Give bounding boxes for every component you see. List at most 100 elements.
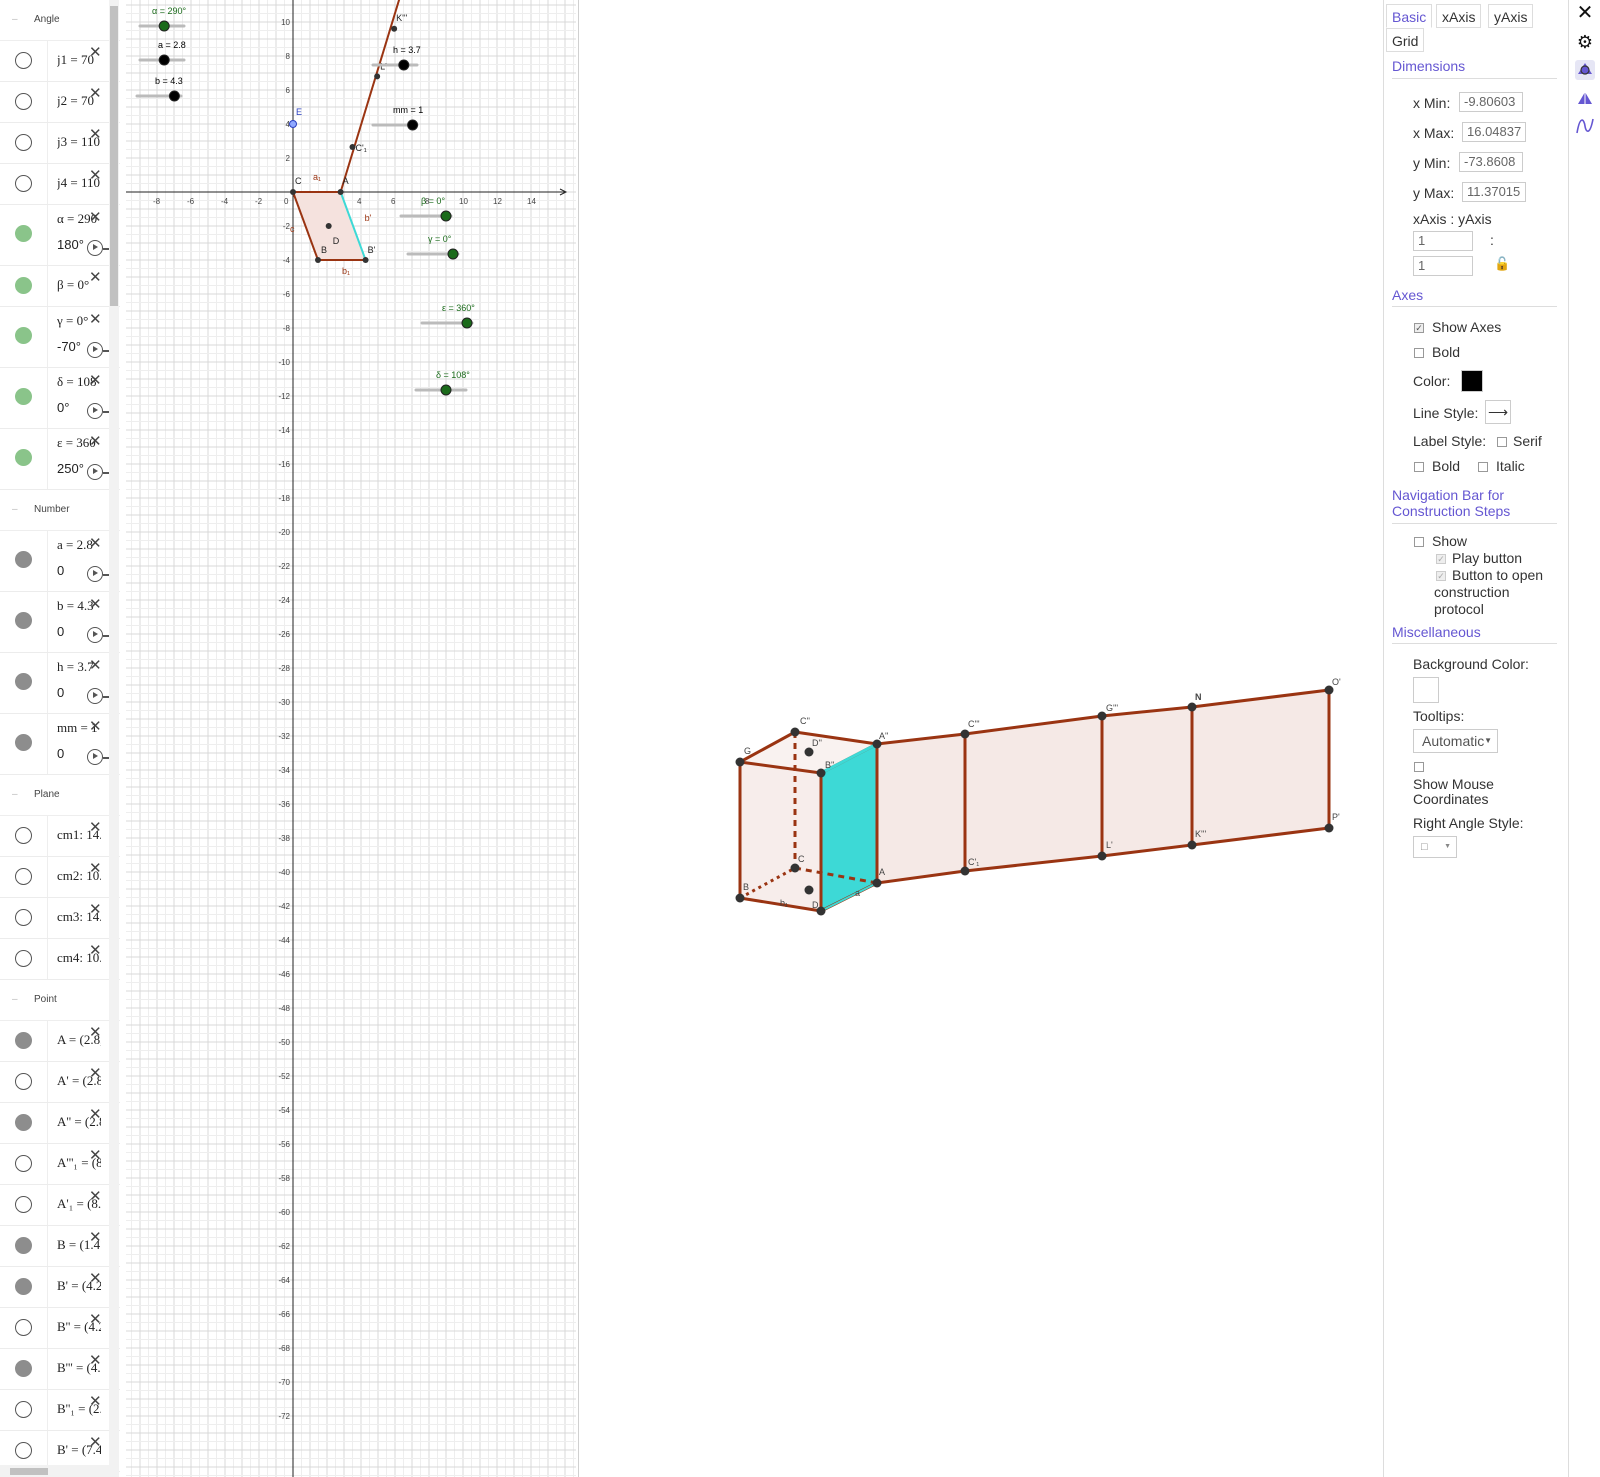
delete-icon[interactable]: ✕ bbox=[89, 270, 102, 285]
slider-knob[interactable] bbox=[440, 210, 452, 222]
axis-color-button[interactable] bbox=[1461, 370, 1483, 392]
algebra-item[interactable]: j4 = 110 ✕ bbox=[0, 164, 120, 205]
algebra-item[interactable]: A'₁ = (8.5✕ bbox=[0, 1185, 120, 1226]
collapse-icon[interactable]: – bbox=[12, 994, 18, 1005]
visibility-toggle[interactable] bbox=[15, 449, 32, 466]
delete-icon[interactable]: ✕ bbox=[89, 1107, 102, 1122]
algebra-item[interactable]: A'''₁ = (8. ✕ bbox=[0, 1144, 120, 1185]
collapse-icon[interactable]: – bbox=[12, 789, 18, 800]
visibility-toggle[interactable] bbox=[15, 868, 32, 885]
background-color-button[interactable] bbox=[1413, 677, 1439, 703]
line-style-button[interactable]: ⟶ bbox=[1485, 400, 1511, 424]
bold-checkbox[interactable] bbox=[1414, 348, 1424, 358]
visibility-toggle[interactable] bbox=[15, 1032, 32, 1049]
delete-icon[interactable]: ✕ bbox=[89, 1230, 102, 1245]
italic-checkbox[interactable] bbox=[1478, 462, 1488, 472]
delete-icon[interactable]: ✕ bbox=[89, 902, 102, 917]
visibility-toggle[interactable] bbox=[15, 52, 32, 69]
slider-knob[interactable] bbox=[158, 54, 170, 66]
algebra-item[interactable]: b = 4.3 ✕ 0 bbox=[0, 592, 120, 653]
play-icon[interactable] bbox=[87, 749, 103, 765]
section-header[interactable]: – Number bbox=[0, 490, 120, 531]
visibility-toggle[interactable] bbox=[15, 93, 32, 110]
algebra-item[interactable]: δ = 108 ✕ 0° bbox=[0, 368, 120, 429]
algebra-item[interactable]: j1 = 70 ✕ bbox=[0, 41, 120, 82]
algebra-item[interactable]: B''' = (4.2✕ bbox=[0, 1349, 120, 1390]
delete-icon[interactable]: ✕ bbox=[89, 86, 102, 101]
tab-xaxis[interactable]: xAxis bbox=[1436, 4, 1482, 28]
delete-icon[interactable]: ✕ bbox=[89, 1435, 102, 1450]
xmin-field[interactable]: -9.80603 bbox=[1459, 92, 1523, 112]
delete-icon[interactable]: ✕ bbox=[89, 312, 102, 327]
section-header[interactable]: – Plane bbox=[0, 775, 120, 816]
ymin-field[interactable]: -73.8608 bbox=[1459, 152, 1523, 172]
delete-icon[interactable]: ✕ bbox=[89, 658, 102, 673]
delete-icon[interactable]: ✕ bbox=[89, 943, 102, 958]
play-icon[interactable] bbox=[87, 566, 103, 582]
algebra-item[interactable]: B''₁ = (2.4✕ bbox=[0, 1390, 120, 1431]
show-mouse-checkbox[interactable] bbox=[1414, 762, 1424, 772]
show-axes-checkbox[interactable]: ✓ bbox=[1414, 323, 1424, 333]
visibility-toggle[interactable] bbox=[15, 734, 32, 751]
play-button-checkbox[interactable]: ✓ bbox=[1436, 554, 1446, 564]
algebra-item[interactable]: B = (1.47✕ bbox=[0, 1226, 120, 1267]
visibility-toggle[interactable] bbox=[15, 1278, 32, 1295]
algebra-item[interactable]: A'' = (2.8 ✕ bbox=[0, 1103, 120, 1144]
visibility-toggle[interactable] bbox=[15, 277, 32, 294]
tab-yaxis[interactable]: yAxis bbox=[1488, 4, 1534, 28]
visibility-toggle[interactable] bbox=[15, 1442, 32, 1459]
visibility-toggle[interactable] bbox=[15, 225, 32, 242]
algebra-scrollbar-thumb[interactable] bbox=[110, 6, 118, 306]
algebra-scrollbar[interactable] bbox=[109, 0, 119, 1477]
visibility-toggle[interactable] bbox=[15, 612, 32, 629]
visibility-toggle[interactable] bbox=[15, 1401, 32, 1418]
delete-icon[interactable]: ✕ bbox=[89, 1025, 102, 1040]
delete-icon[interactable]: ✕ bbox=[89, 861, 102, 876]
visibility-toggle[interactable] bbox=[15, 673, 32, 690]
algebra-item[interactable]: h = 3.7 ✕ 0 bbox=[0, 653, 120, 714]
visibility-toggle[interactable] bbox=[15, 551, 32, 568]
serif-checkbox[interactable] bbox=[1497, 437, 1507, 447]
algebra-item[interactable]: B'' = (4.2 ✕ bbox=[0, 1308, 120, 1349]
play-icon[interactable] bbox=[87, 627, 103, 643]
delete-icon[interactable]: ✕ bbox=[89, 719, 102, 734]
gear-icon[interactable]: ⚙ bbox=[1575, 32, 1595, 52]
algebra-item[interactable]: a = 2.8 ✕ 0 bbox=[0, 531, 120, 592]
graphics-view-3d[interactable]: C'' D'' G B'' A'' C''' G''' N O' C B D A C'₁ L' K''' P' b… bbox=[579, 0, 1379, 1477]
visibility-toggle[interactable] bbox=[15, 1155, 32, 1172]
visibility-toggle[interactable] bbox=[15, 327, 32, 344]
visibility-toggle[interactable] bbox=[15, 134, 32, 151]
function-icon[interactable] bbox=[1575, 117, 1595, 137]
label-bold-checkbox[interactable] bbox=[1414, 462, 1424, 472]
algebra-item[interactable]: cm2: 10.36✕ bbox=[0, 857, 120, 898]
tooltips-dropdown[interactable]: Automatic ▼ bbox=[1413, 729, 1498, 753]
algebra-item[interactable]: ε = 360 ✕ 250° bbox=[0, 429, 120, 490]
delete-icon[interactable]: ✕ bbox=[89, 597, 102, 612]
visibility-toggle[interactable] bbox=[15, 175, 32, 192]
algebra-item[interactable]: A = (2.8, ✕ bbox=[0, 1021, 120, 1062]
algebra-item[interactable]: j2 = 70 ✕ bbox=[0, 82, 120, 123]
visibility-toggle[interactable] bbox=[15, 1196, 32, 1213]
play-icon[interactable] bbox=[87, 240, 103, 256]
graphics3d-icon[interactable] bbox=[1575, 89, 1595, 109]
visibility-toggle[interactable] bbox=[15, 388, 32, 405]
play-icon[interactable] bbox=[87, 464, 103, 480]
play-icon[interactable] bbox=[87, 342, 103, 358]
slider-knob[interactable] bbox=[398, 59, 410, 71]
slider-knob[interactable] bbox=[447, 248, 459, 260]
collapse-icon[interactable]: – bbox=[12, 504, 18, 515]
slider-knob[interactable] bbox=[158, 20, 170, 32]
delete-icon[interactable]: ✕ bbox=[89, 1353, 102, 1368]
algebra-item[interactable]: cm3: 14.95✕ bbox=[0, 898, 120, 939]
section-header[interactable]: – Angle bbox=[0, 0, 120, 41]
delete-icon[interactable]: ✕ bbox=[89, 1271, 102, 1286]
algebra-horizontal-scrollbar-thumb[interactable] bbox=[10, 1468, 48, 1475]
nav-show-checkbox[interactable] bbox=[1414, 537, 1424, 547]
algebra-item[interactable]: B' = (4.27✕ bbox=[0, 1267, 120, 1308]
delete-icon[interactable]: ✕ bbox=[89, 45, 102, 60]
close-icon[interactable]: ✕ bbox=[1575, 3, 1595, 23]
ratio-x-field[interactable]: 1 bbox=[1413, 231, 1473, 251]
algebra-item[interactable]: cm4: 10.36✕ bbox=[0, 939, 120, 980]
algebra-item[interactable]: A' = (2.8,✕ bbox=[0, 1062, 120, 1103]
graphics-view-2d[interactable]: -8-6-4-202468101214108642-2-4-6-8-10-12-… bbox=[126, 0, 576, 1477]
